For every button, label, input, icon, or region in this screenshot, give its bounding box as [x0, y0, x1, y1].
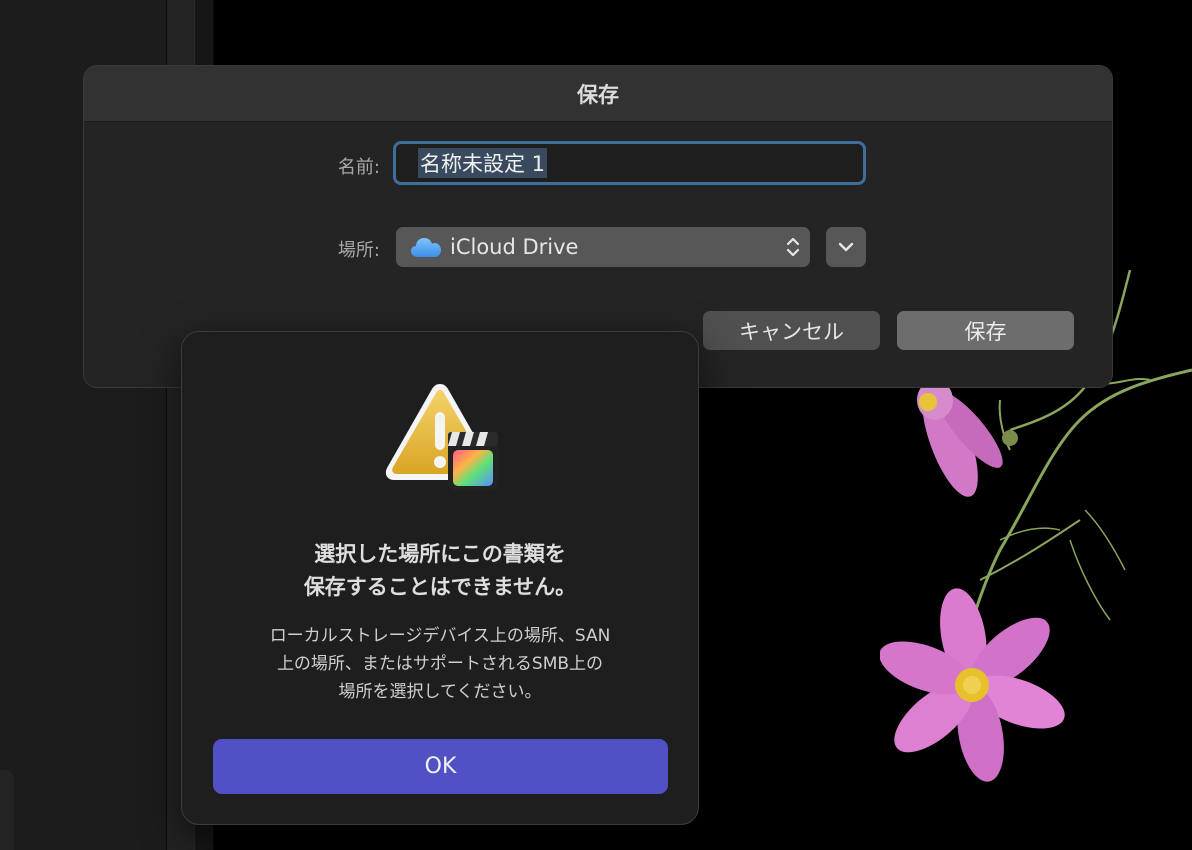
name-label: 名前:	[337, 157, 380, 178]
chevron-down-icon	[838, 242, 854, 252]
alert-title-line2: 保存することはできません。	[303, 575, 577, 599]
alert-message-line2: 上の場所、またはサポートされるSMB上の	[276, 654, 604, 674]
cancel-button[interactable]: キャンセル	[703, 311, 880, 350]
name-input[interactable]: 名称未設定 1	[393, 141, 866, 185]
ok-button[interactable]: OK	[213, 739, 668, 794]
save-button[interactable]: 保存	[897, 311, 1074, 350]
location-value: iCloud Drive	[450, 235, 579, 259]
name-input-value: 名称未設定 1	[418, 148, 548, 178]
error-alert: 選択した場所にこの書類を 保存することはできません。 ローカルストレージデバイス…	[181, 331, 699, 825]
background-panel-corner	[0, 770, 14, 850]
alert-title: 選択した場所にこの書類を 保存することはできません。	[202, 538, 678, 604]
up-down-chevron-icon	[786, 237, 800, 257]
warning-final-cut-pro-icon	[385, 384, 498, 490]
alert-message-line3: 場所を選択してください。	[338, 682, 542, 702]
icloud-icon	[411, 238, 441, 257]
alert-message: ローカルストレージデバイス上の場所、SAN 上の場所、またはサポートされるSMB…	[212, 622, 668, 706]
save-dialog-titlebar: 保存	[84, 66, 1112, 122]
alert-message-line1: ローカルストレージデバイス上の場所、SAN	[269, 626, 611, 646]
location-popup-button[interactable]: iCloud Drive	[396, 227, 810, 267]
save-dialog-title: 保存	[577, 82, 619, 107]
location-label: 場所:	[337, 240, 380, 261]
alert-title-line1: 選択した場所にこの書類を	[314, 542, 566, 566]
expand-dialog-button[interactable]	[826, 227, 866, 267]
